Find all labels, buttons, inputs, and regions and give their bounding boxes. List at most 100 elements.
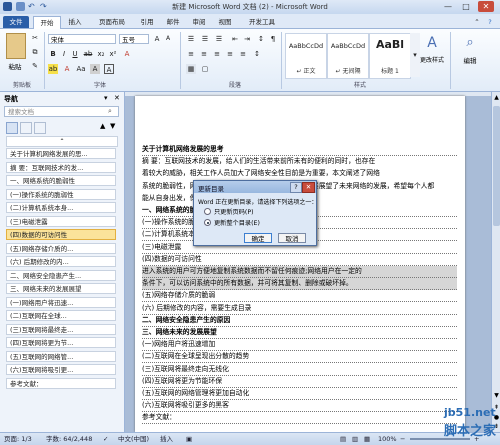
tab-developer[interactable]: 开发工具 bbox=[242, 16, 282, 28]
multilevel-list-icon[interactable]: ☰ bbox=[214, 34, 224, 44]
nav-collapse-icon[interactable]: ⌃ bbox=[6, 136, 118, 147]
option-entire-table[interactable]: 更新整个目录(E) bbox=[214, 218, 260, 227]
nav-headings-view-icon[interactable] bbox=[6, 122, 18, 134]
radio-entire-table[interactable] bbox=[204, 219, 211, 226]
nav-heading-item[interactable]: 二、网络安全隐患产生... bbox=[6, 269, 116, 281]
nav-heading-item[interactable]: 一、网络系统的脆弱性 bbox=[6, 175, 116, 186]
underline-icon[interactable]: U bbox=[70, 49, 80, 59]
full-screen-view-icon[interactable]: ▥ bbox=[352, 433, 358, 445]
document-line[interactable]: 摘 要：互联网技术的发展，给人们的生活带来前所未有的便利的同时，也存在 bbox=[142, 156, 457, 167]
change-case-icon[interactable]: Aa bbox=[76, 64, 86, 74]
redo-icon[interactable]: ↷ bbox=[40, 2, 49, 11]
nav-close-icon[interactable]: ✕ bbox=[114, 94, 120, 102]
nav-heading-item[interactable]: (三)互联网将最终走... bbox=[6, 323, 116, 335]
document-line[interactable]: 条件下，可以访问系统中的所有数据，并可将其复制、删除或破坏掉。 bbox=[142, 278, 457, 291]
format-painter-icon[interactable]: ✎ bbox=[30, 61, 40, 71]
nav-heading-item[interactable]: (二)计算机系统本身... bbox=[6, 202, 116, 213]
tab-review[interactable]: 审阅 bbox=[188, 16, 210, 28]
document-line[interactable]: 进入系统的用户可方便地复制系统数据而不留任何痕迹;网络用户在一定的 bbox=[142, 266, 457, 278]
document-line[interactable]: (五)网络存储介质的脆弱 bbox=[142, 290, 457, 303]
tab-home[interactable]: 开始 bbox=[33, 16, 61, 29]
style-heading-1[interactable]: AaBl 标题 1 bbox=[369, 33, 411, 79]
distributed-icon[interactable]: ≡ bbox=[238, 49, 248, 59]
nav-heading-item[interactable]: (五)网络存储介质的... bbox=[6, 242, 116, 254]
help-icon[interactable]: ? bbox=[485, 16, 495, 28]
zoom-out-icon[interactable]: − bbox=[400, 433, 405, 445]
word-app-icon[interactable] bbox=[3, 2, 12, 11]
status-page[interactable]: 页面: 1/3 bbox=[4, 433, 32, 445]
dialog-close-button[interactable]: ✕ bbox=[302, 182, 315, 193]
borders-icon[interactable]: ▢ bbox=[200, 64, 210, 74]
change-styles-icon[interactable]: A bbox=[424, 35, 440, 51]
decrease-indent-icon[interactable]: ⇤ bbox=[230, 34, 240, 44]
ribbon-minimize-icon[interactable]: ⌃ bbox=[472, 16, 482, 28]
dialog-help-button[interactable]: ? bbox=[290, 182, 302, 193]
align-right-icon[interactable]: ≡ bbox=[212, 49, 222, 59]
line-spacing-icon[interactable]: ↕ bbox=[252, 49, 262, 59]
status-zoom[interactable]: 100% bbox=[378, 433, 397, 445]
subscript-icon[interactable]: x₂ bbox=[96, 49, 106, 59]
document-line[interactable]: (五)互联网的网络管理将更加自动化 bbox=[142, 388, 457, 400]
char-border-icon[interactable]: A bbox=[104, 64, 114, 74]
nav-heading-item[interactable]: (一)操作系统的脆弱性 bbox=[6, 188, 116, 200]
align-left-icon[interactable]: ≡ bbox=[186, 49, 196, 59]
style-no-spacing[interactable]: AaBbCcDd ↵ 无间隔 bbox=[327, 33, 369, 79]
tab-insert[interactable]: 插入 bbox=[64, 16, 86, 28]
radio-page-numbers-only[interactable] bbox=[204, 208, 211, 215]
scroll-up-icon[interactable]: ▲ bbox=[493, 94, 500, 101]
macro-record-icon[interactable]: ▣ bbox=[186, 433, 192, 445]
tab-page-layout[interactable]: 页面布局 bbox=[92, 16, 132, 28]
font-name-combo[interactable]: 宋体 bbox=[48, 34, 116, 44]
document-line[interactable]: (三)互联网将最终走向无线化 bbox=[142, 364, 457, 376]
tab-mailings[interactable]: 邮件 bbox=[162, 16, 184, 28]
web-layout-view-icon[interactable]: ▦ bbox=[364, 433, 370, 445]
save-icon[interactable] bbox=[16, 2, 25, 11]
status-insert-mode[interactable]: 插入 bbox=[160, 433, 173, 445]
nav-heading-item[interactable]: (三)电磁泄露 bbox=[6, 215, 116, 227]
nav-heading-item[interactable]: 摘 要：互联网技术的发... bbox=[6, 161, 116, 173]
find-icon[interactable]: ⌕ bbox=[462, 35, 478, 51]
strikethrough-icon[interactable]: ab bbox=[83, 49, 93, 59]
document-line[interactable]: (二)互联网在全球呈现出分散的趋势 bbox=[142, 351, 457, 364]
document-line[interactable]: (四)数据的可访问性 bbox=[142, 254, 457, 266]
document-line[interactable]: (四)互联网将更为节能环保 bbox=[142, 376, 457, 388]
text-effects-icon[interactable]: A bbox=[122, 49, 132, 59]
dialog-cancel-button[interactable]: 取消 bbox=[278, 233, 306, 243]
cut-icon[interactable]: ✂ bbox=[30, 33, 40, 43]
document-line[interactable]: (六) 后期修改的内容，需要生成目录 bbox=[142, 303, 457, 315]
tab-file[interactable]: 文件 bbox=[3, 16, 29, 28]
nav-heading-item[interactable]: (六) 后期修改的内... bbox=[6, 256, 116, 267]
nav-heading-item[interactable]: (四)互联网将更为节... bbox=[6, 337, 116, 348]
change-styles-button[interactable]: 更改样式 bbox=[417, 55, 447, 64]
vertical-scrollbar[interactable]: ▲ ▼ ⇞ ● ⇟ bbox=[491, 92, 500, 432]
nav-heading-item[interactable]: (六)互联网将吸引更... bbox=[6, 364, 116, 375]
document-line[interactable]: (一)网络用户将迅速增加 bbox=[142, 339, 457, 352]
nav-heading-item[interactable]: (四)数据的可访问性 bbox=[6, 229, 116, 240]
status-language[interactable]: 中文(中国) bbox=[118, 433, 149, 445]
document-line[interactable]: 着较大的威胁，相关工作人员加大了网络安全性目前是为重要，本文阐述了网络 bbox=[142, 168, 457, 179]
shading-icon[interactable]: ▦ bbox=[186, 64, 196, 74]
nav-search-input[interactable]: 搜索文档 bbox=[4, 106, 119, 117]
grow-font-icon[interactable]: A bbox=[152, 34, 162, 44]
font-size-combo[interactable]: 五号 bbox=[119, 34, 149, 44]
scroll-down-icon[interactable]: ▼ bbox=[493, 392, 500, 399]
document-line[interactable]: 二、网络安全隐患产生的原因 bbox=[142, 315, 457, 327]
sort-icon[interactable]: ↕ bbox=[256, 34, 266, 44]
nav-pages-view-icon[interactable] bbox=[20, 122, 32, 134]
search-icon[interactable]: ⌕ bbox=[108, 107, 112, 116]
paste-icon[interactable] bbox=[6, 33, 26, 59]
close-button[interactable]: ✕ bbox=[478, 1, 494, 12]
dialog-ok-button[interactable]: 确定 bbox=[244, 233, 272, 243]
document-line[interactable]: 三、网络未来的发展展望 bbox=[142, 327, 457, 339]
status-word-count[interactable]: 字数: 64/2,448 bbox=[46, 433, 92, 445]
tab-view[interactable]: 视图 bbox=[214, 16, 236, 28]
proofing-icon[interactable]: ✓ bbox=[103, 433, 108, 445]
bullets-icon[interactable]: ☰ bbox=[186, 34, 196, 44]
nav-results-view-icon[interactable] bbox=[34, 122, 46, 134]
numbering-icon[interactable]: ☰ bbox=[200, 34, 210, 44]
document-line[interactable]: 关于计算机网络发展的思考 bbox=[142, 144, 457, 156]
italic-icon[interactable]: I bbox=[59, 49, 69, 59]
nav-options-icon[interactable]: ▾ bbox=[104, 94, 108, 102]
highlight-icon[interactable]: ab bbox=[48, 64, 58, 74]
nav-heading-item[interactable]: 参考文献： bbox=[6, 377, 116, 389]
